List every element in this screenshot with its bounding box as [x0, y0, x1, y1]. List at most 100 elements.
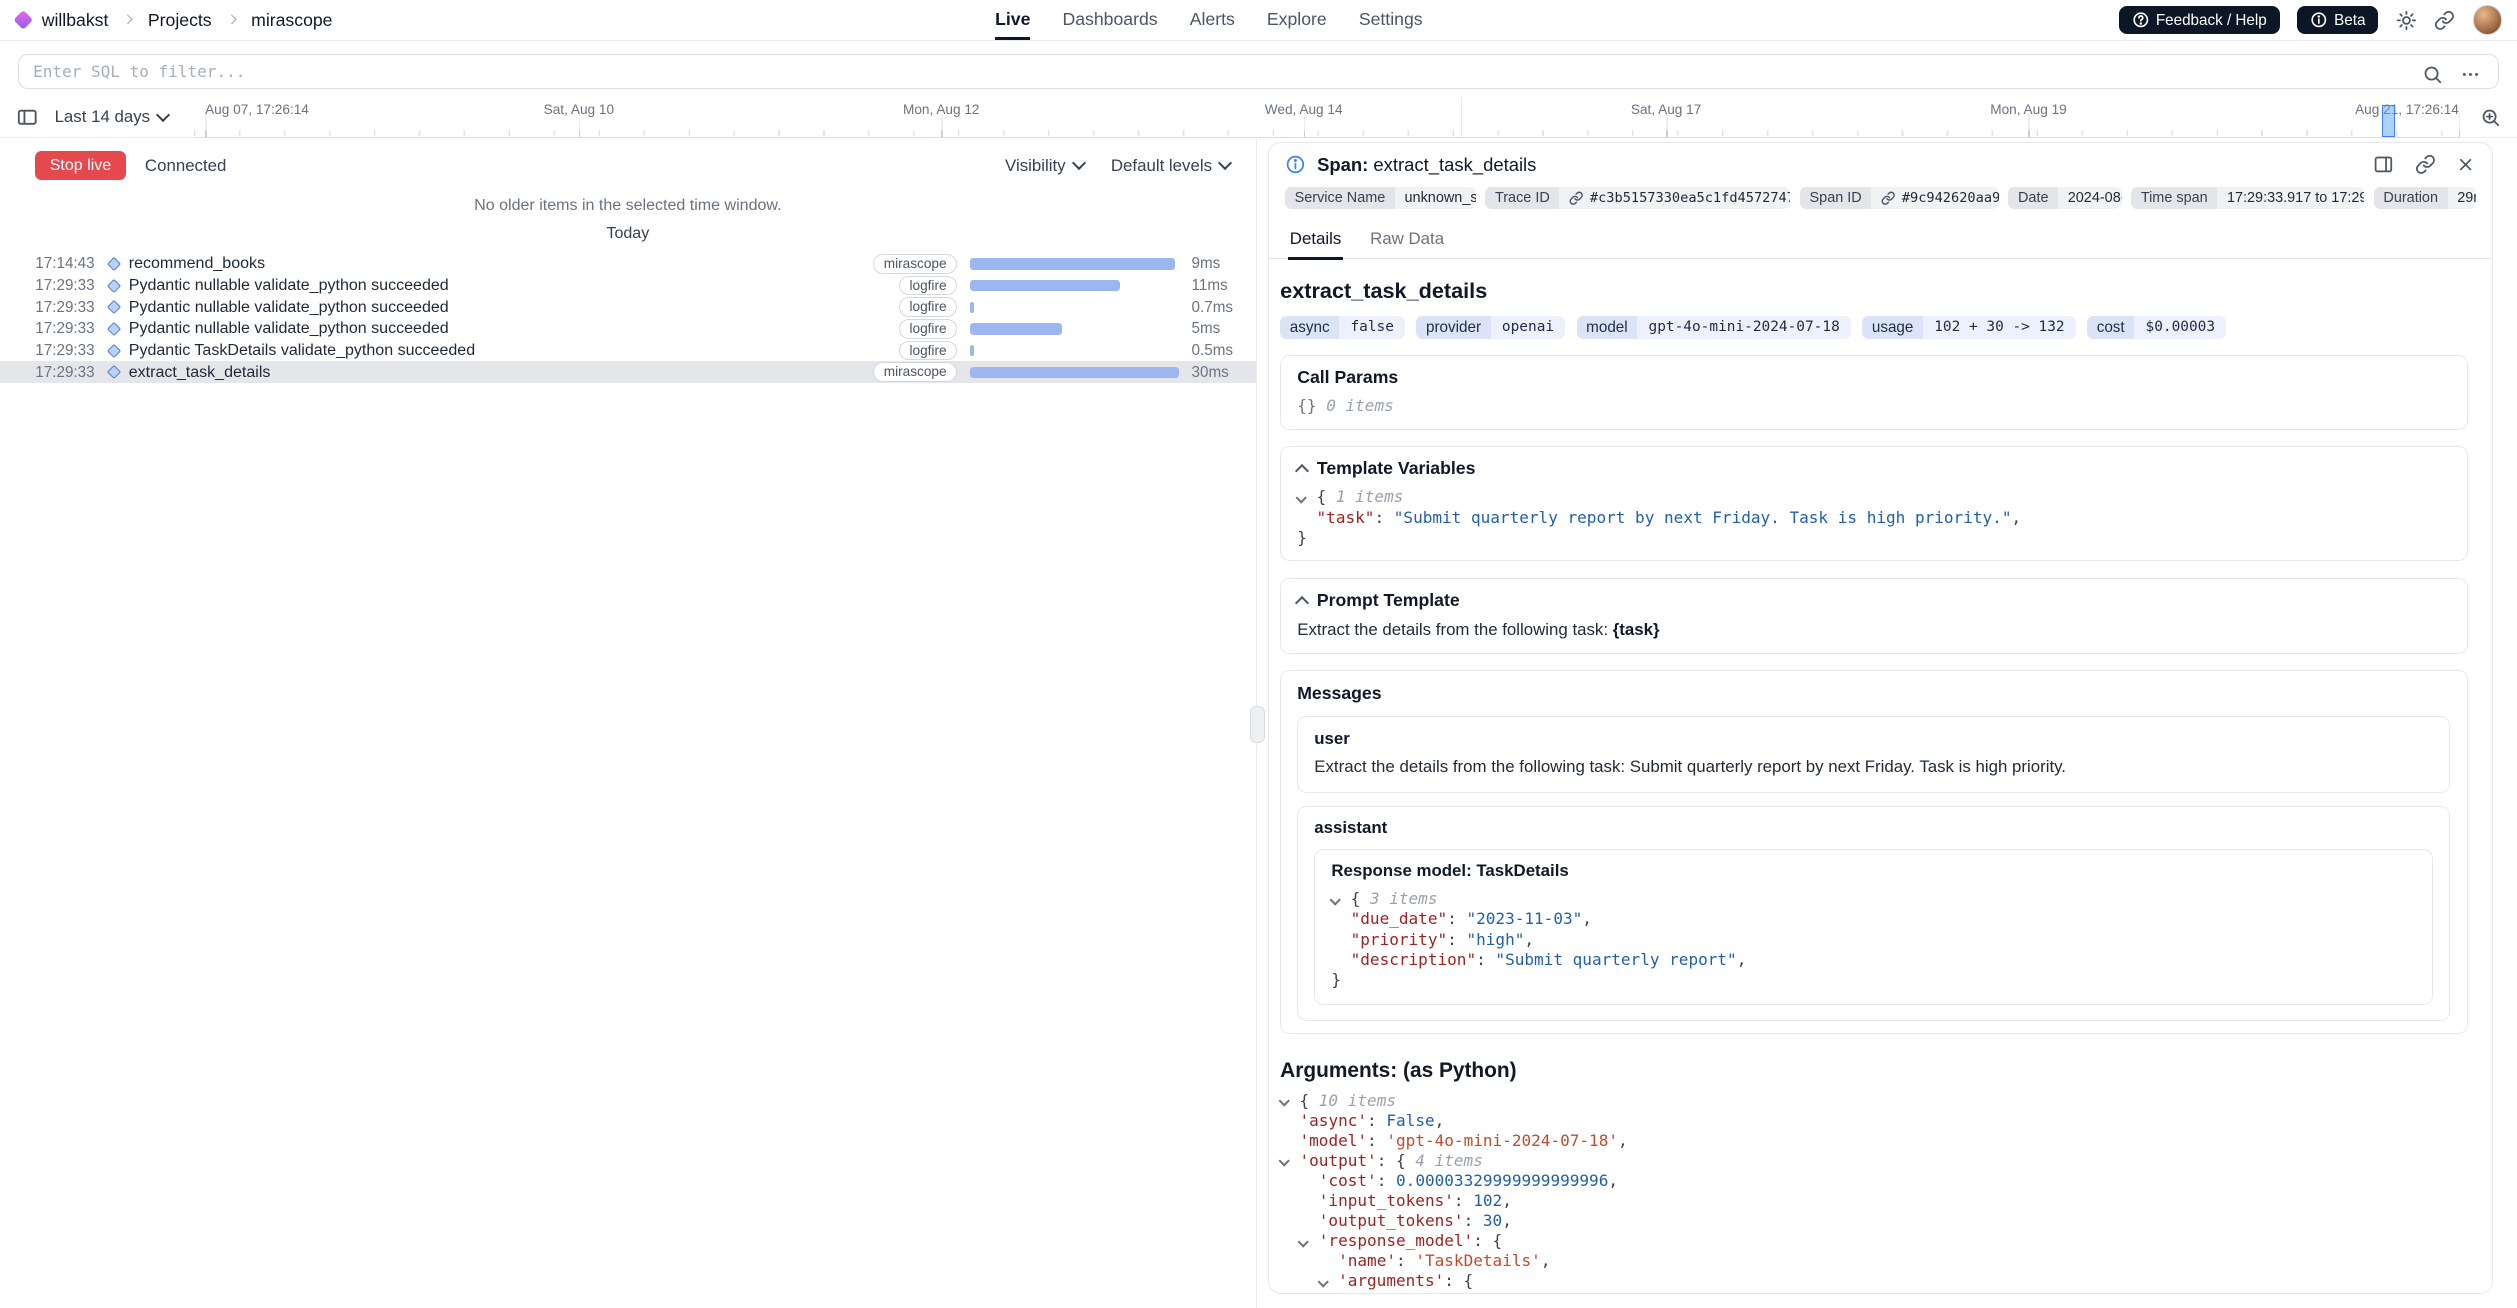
share-link-button[interactable]	[2434, 10, 2455, 31]
tree-expander-icon[interactable]	[1319, 1271, 1338, 1291]
trace-rows: 17:14:43recommend_booksmirascope9ms17:29…	[0, 253, 1256, 383]
trace-duration: 0.5ms	[1188, 342, 1239, 359]
trace-bar-track	[970, 367, 1179, 378]
timeline-tick-label: Aug 07, 17:26:14	[205, 102, 309, 117]
time-range-selector[interactable]: Last 14 days	[50, 104, 173, 130]
theme-toggle-button[interactable]	[2396, 10, 2417, 31]
meta-chip-duration: Duration29ms	[2374, 187, 2476, 209]
trace-row[interactable]: 17:29:33Pydantic nullable validate_pytho…	[0, 318, 1256, 340]
logfire-logo-icon	[13, 10, 33, 30]
feedback-help-label: Feedback / Help	[2156, 12, 2267, 29]
stop-live-button[interactable]: Stop live	[35, 151, 125, 180]
trace-duration-bar	[970, 302, 974, 313]
breadcrumb-item[interactable]: Projects	[148, 10, 212, 31]
link-icon	[1881, 191, 1895, 205]
timeline-tick-label: Sat, Aug 10	[544, 102, 614, 117]
trace-row[interactable]: 17:29:33Pydantic nullable validate_pytho…	[0, 296, 1256, 318]
prompt-text-body: Extract the details from the following t…	[1297, 620, 1613, 639]
collapse-button[interactable]	[1297, 462, 1307, 477]
meta-chip-trace-id: Trace ID#c3b5157330ea5c1fd4572747af512d2…	[1485, 187, 1790, 209]
user-avatar[interactable]	[2473, 5, 2502, 34]
copy-link-button[interactable]	[2415, 154, 2436, 175]
collapse-button[interactable]	[1297, 593, 1307, 608]
prompt-variable: {task}	[1613, 620, 1660, 639]
visibility-dropdown[interactable]: Visibility	[1005, 156, 1084, 176]
span-detail-card: Span: extract_task_details Service Nam	[1268, 142, 2493, 1294]
trace-row[interactable]: 17:29:33extract_task_detailsmirascope30m…	[0, 361, 1256, 383]
nav-item-explore[interactable]: Explore	[1267, 0, 1327, 40]
tab-details[interactable]: Details	[1288, 222, 1343, 259]
dock-panel-button[interactable]	[2373, 154, 2394, 175]
call-params-code: {} 0 items	[1297, 396, 2450, 416]
nav-item-alerts[interactable]: Alerts	[1190, 0, 1235, 40]
default-levels-dropdown[interactable]: Default levels	[1111, 156, 1230, 176]
span-detail-title: Span: extract_task_details	[1317, 154, 1536, 176]
beta-badge[interactable]: Beta	[2297, 6, 2378, 33]
nav-item-settings[interactable]: Settings	[1359, 0, 1423, 40]
nav-item-live[interactable]: Live	[995, 0, 1030, 40]
code-line: 'input_tokens': 102,	[1280, 1191, 2467, 1211]
trace-timestamp: 17:14:43	[35, 255, 99, 272]
code-line: "description": "Submit quarterly report"…	[1331, 950, 2416, 970]
default-levels-label: Default levels	[1111, 156, 1212, 176]
sql-filter-input[interactable]	[18, 54, 2499, 89]
chevron-down-icon	[1295, 492, 1307, 504]
sun-icon	[2396, 10, 2417, 31]
timeline-selection[interactable]	[2382, 105, 2395, 137]
close-panel-button[interactable]	[2456, 155, 2475, 174]
timeline-tick: Aug 21, 17:26:14	[2459, 97, 2494, 137]
meta-label: Duration	[2374, 187, 2448, 209]
link-icon	[2434, 10, 2455, 31]
attr-chip-cost: cost$0.00003	[2087, 316, 2226, 339]
feedback-help-button[interactable]: Feedback / Help	[2119, 6, 2280, 33]
trace-timestamp: 17:29:33	[35, 364, 99, 381]
trace-row[interactable]: 17:14:43recommend_booksmirascope9ms	[0, 253, 1256, 275]
call-params-section: Call Params {} 0 items	[1280, 355, 2467, 430]
response-model-card: Response model: TaskDetails { 3 items "d…	[1314, 849, 2433, 1005]
trace-row[interactable]: 17:29:33Pydantic nullable validate_pytho…	[0, 275, 1256, 297]
tree-expander-icon[interactable]	[1280, 1091, 1299, 1111]
panel-resize-handle[interactable]	[1250, 706, 1265, 743]
info-circle-icon	[2310, 11, 2328, 29]
span-name-heading: extract_task_details	[1280, 278, 2467, 304]
message-role: user	[1314, 729, 2433, 749]
meta-value[interactable]: #9c942620aa93dbb4	[1871, 187, 1998, 209]
message-role: assistant	[1314, 818, 2433, 838]
prompt-template-text: Extract the details from the following t…	[1297, 620, 2450, 640]
link-icon	[1881, 191, 1895, 205]
tree-expander-icon[interactable]	[1280, 1151, 1299, 1171]
code-line: "due_date": "2023-11-03",	[1331, 909, 2416, 929]
nav-item-dashboards[interactable]: Dashboards	[1063, 0, 1158, 40]
span-diamond-icon	[107, 343, 121, 357]
trace-name: Pydantic TaskDetails validate_python suc…	[129, 341, 889, 360]
timeline-ruler[interactable]: Aug 07, 17:26:14Sat, Aug 10Mon, Aug 12We…	[194, 97, 2459, 138]
chevron-down-icon	[1317, 1276, 1329, 1288]
code-line: 'due_date': '2023-11-03',	[1280, 1291, 2467, 1292]
template-variables-section: Template Variables { 1 items "task": "Su…	[1280, 446, 2467, 561]
more-options-button[interactable]	[2460, 64, 2481, 85]
trace-timestamp: 17:29:33	[35, 342, 99, 359]
tree-expander-icon[interactable]	[1299, 1231, 1318, 1251]
trace-timestamp: 17:29:33	[35, 299, 99, 316]
trace-row[interactable]: 17:29:33 Pydantic TaskDetails validate_py…	[0, 340, 1256, 362]
arguments-code: { 10 items 'async': False, 'model': 'gpt…	[1280, 1091, 2467, 1293]
breadcrumb-item[interactable]: willbakst	[42, 10, 109, 31]
panel-toggle-icon	[16, 106, 38, 128]
meta-value[interactable]: #c3b5157330ea5c1fd4572747af512d26	[1559, 187, 1790, 209]
search-button[interactable]	[2422, 64, 2443, 85]
code-line: 'model': 'gpt-4o-mini-2024-07-18',	[1280, 1131, 2467, 1151]
code-line: 'async': False,	[1280, 1111, 2467, 1131]
breadcrumb: willbakst Projects mirascope	[16, 10, 332, 31]
detail-content[interactable]: extract_task_details asyncfalseprovidero…	[1269, 259, 2492, 1293]
trace-tag: logfire	[899, 297, 957, 317]
tree-expander-icon[interactable]	[1297, 487, 1316, 507]
span-detail-panel: Span: extract_task_details Service Nam	[1257, 138, 2517, 1308]
sidebar-toggle-button[interactable]	[16, 106, 38, 128]
trace-duration-bar	[970, 258, 1174, 269]
meta-value: 17:29:33.917 to 17:29:33.946	[2217, 187, 2364, 209]
tab-raw-data[interactable]: Raw Data	[1369, 222, 1446, 259]
tree-expander-icon[interactable]	[1331, 889, 1350, 909]
trace-duration: 0.7ms	[1188, 299, 1239, 316]
attr-chip-usage: usage102 + 30 -> 132	[1862, 316, 2076, 339]
breadcrumb-item[interactable]: mirascope	[251, 10, 332, 31]
